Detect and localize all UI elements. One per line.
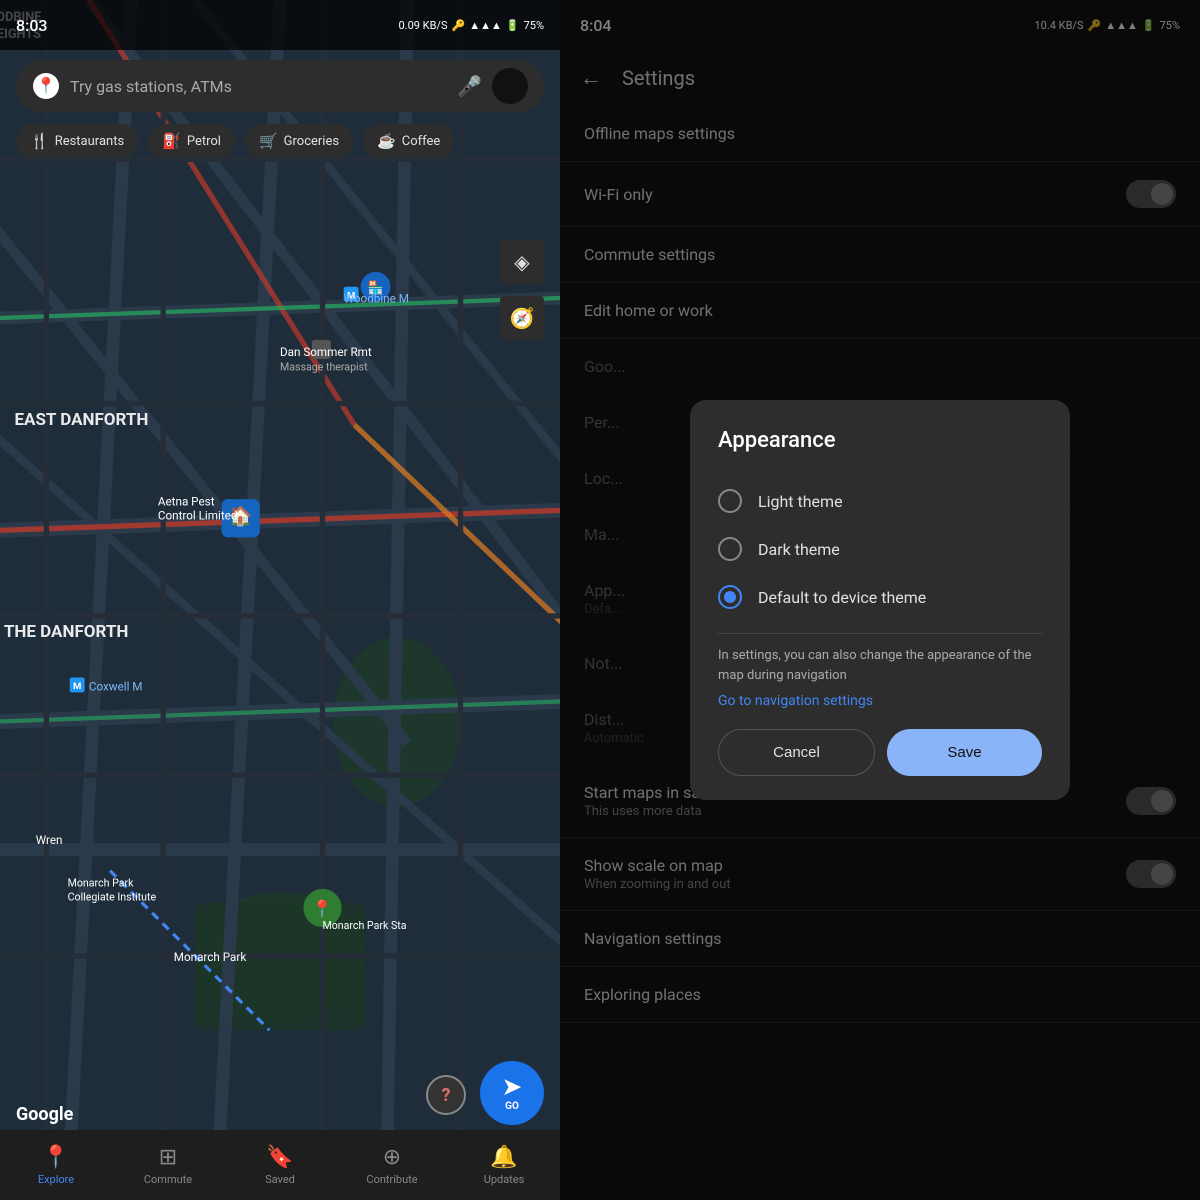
svg-text:Coxwell M: Coxwell M xyxy=(89,679,143,693)
groceries-icon: 🛒 xyxy=(259,132,278,150)
battery-pct: 75% xyxy=(524,19,544,32)
signal-icon: ▲▲▲ xyxy=(469,19,502,32)
left-time: 8:03 xyxy=(16,16,48,35)
radio-circle-light xyxy=(718,489,742,513)
right-panel: 8:04 10.4 KB/S 🔑 ▲▲▲ 🔋 75% ← Settings Of… xyxy=(560,0,1200,1200)
left-status-bar: 8:03 0.09 KB/S 🔑 ▲▲▲ 🔋 75% xyxy=(0,0,560,50)
svg-text:Woodbine M: Woodbine M xyxy=(344,292,409,306)
svg-text:Monarch Park Sta: Monarch Park Sta xyxy=(322,919,406,932)
coffee-icon: ☕ xyxy=(377,132,396,150)
layers-icon: ◈ xyxy=(514,250,529,274)
nav-contribute[interactable]: ⊕ Contribute xyxy=(336,1130,448,1200)
compass-icon: 🧭 xyxy=(510,306,535,330)
question-icon: ? xyxy=(442,1085,451,1106)
svg-text:M: M xyxy=(73,681,81,692)
unknown-location-pin[interactable]: ? xyxy=(426,1075,466,1115)
svg-text:Control Limited: Control Limited xyxy=(158,508,238,522)
svg-text:📍: 📍 xyxy=(36,76,56,95)
radio-circle-dark xyxy=(718,537,742,561)
dialog-overlay: Appearance Light theme Dark theme Defaul… xyxy=(560,0,1200,1200)
nav-updates[interactable]: 🔔 Updates xyxy=(448,1130,560,1200)
save-button[interactable]: Save xyxy=(887,729,1042,776)
microphone-icon[interactable]: 🎤 xyxy=(457,74,482,98)
nav-saved[interactable]: 🔖 Saved xyxy=(224,1130,336,1200)
restaurants-icon: 🍴 xyxy=(30,132,49,150)
search-bar[interactable]: 📍 Try gas stations, ATMs 🎤 xyxy=(16,60,544,112)
go-label: GO xyxy=(505,1101,519,1112)
svg-text:Aetna Pest: Aetna Pest xyxy=(158,494,215,508)
svg-text:📍: 📍 xyxy=(312,898,333,919)
left-status-icons: 0.09 KB/S 🔑 ▲▲▲ 🔋 75% xyxy=(398,19,544,32)
go-button[interactable]: ➤ GO xyxy=(480,1061,544,1125)
category-groceries[interactable]: 🛒 Groceries xyxy=(245,124,353,158)
category-row: 🍴 Restaurants ⛽ Petrol 🛒 Groceries ☕ Cof… xyxy=(0,124,560,158)
radio-circle-device xyxy=(718,585,742,609)
updates-icon: 🔔 xyxy=(490,1145,517,1170)
commute-icon: ⊞ xyxy=(159,1145,177,1170)
battery-icon: 🔋 xyxy=(506,19,520,32)
dialog-title: Appearance xyxy=(718,428,1042,453)
svg-text:Wren: Wren xyxy=(36,833,63,847)
cancel-button[interactable]: Cancel xyxy=(718,729,875,776)
navigation-arrow-icon: ➤ xyxy=(503,1075,521,1100)
map-background: M M 🏪 🏠 📍 EAST DANFORTH THE DANFORTH xyxy=(0,0,560,1200)
svg-text:Collegiate Institute: Collegiate Institute xyxy=(68,891,157,904)
radio-dark-theme[interactable]: Dark theme xyxy=(718,525,1042,573)
left-panel: 8:03 0.09 KB/S 🔑 ▲▲▲ 🔋 75% xyxy=(0,0,560,1200)
category-petrol[interactable]: ⛽ Petrol xyxy=(148,124,235,158)
category-restaurants[interactable]: 🍴 Restaurants xyxy=(16,124,138,158)
layers-button[interactable]: ◈ xyxy=(500,240,544,284)
key-icon: 🔑 xyxy=(452,19,466,32)
petrol-icon: ⛽ xyxy=(162,132,181,150)
saved-icon: 🔖 xyxy=(266,1145,293,1170)
contribute-icon: ⊕ xyxy=(383,1145,401,1170)
google-maps-logo: 📍 xyxy=(32,72,60,100)
radio-device-theme[interactable]: Default to device theme xyxy=(718,573,1042,621)
bottom-navigation: 📍 Explore ⊞ Commute 🔖 Saved ⊕ Contribute… xyxy=(0,1130,560,1200)
appearance-dialog: Appearance Light theme Dark theme Defaul… xyxy=(690,400,1070,800)
map-svg: M M 🏪 🏠 📍 EAST DANFORTH THE DANFORTH xyxy=(0,0,560,1200)
user-avatar[interactable] xyxy=(492,68,528,104)
svg-text:THE DANFORTH: THE DANFORTH xyxy=(4,622,128,642)
nav-explore[interactable]: 📍 Explore xyxy=(0,1130,112,1200)
svg-text:Monarch Park: Monarch Park xyxy=(174,950,247,964)
navigation-settings-link[interactable]: Go to navigation settings xyxy=(718,693,1042,709)
nav-commute[interactable]: ⊞ Commute xyxy=(112,1130,224,1200)
speed-indicator: 0.09 KB/S xyxy=(398,19,447,32)
google-watermark: Google xyxy=(16,1104,73,1125)
explore-icon: 📍 xyxy=(42,1145,69,1170)
search-placeholder: Try gas stations, ATMs xyxy=(70,77,447,96)
compass-button[interactable]: 🧭 xyxy=(500,296,544,340)
svg-text:Monarch Park: Monarch Park xyxy=(68,877,134,890)
radio-light-theme[interactable]: Light theme xyxy=(718,477,1042,525)
svg-text:Massage therapist: Massage therapist xyxy=(280,361,368,374)
svg-text:Dan Sommer Rmt: Dan Sommer Rmt xyxy=(280,345,372,359)
dialog-info-text: In settings, you can also change the app… xyxy=(718,646,1042,685)
svg-text:EAST DANFORTH: EAST DANFORTH xyxy=(15,410,149,430)
dialog-buttons: Cancel Save xyxy=(718,729,1042,776)
category-coffee[interactable]: ☕ Coffee xyxy=(363,124,454,158)
dialog-divider xyxy=(718,633,1042,634)
